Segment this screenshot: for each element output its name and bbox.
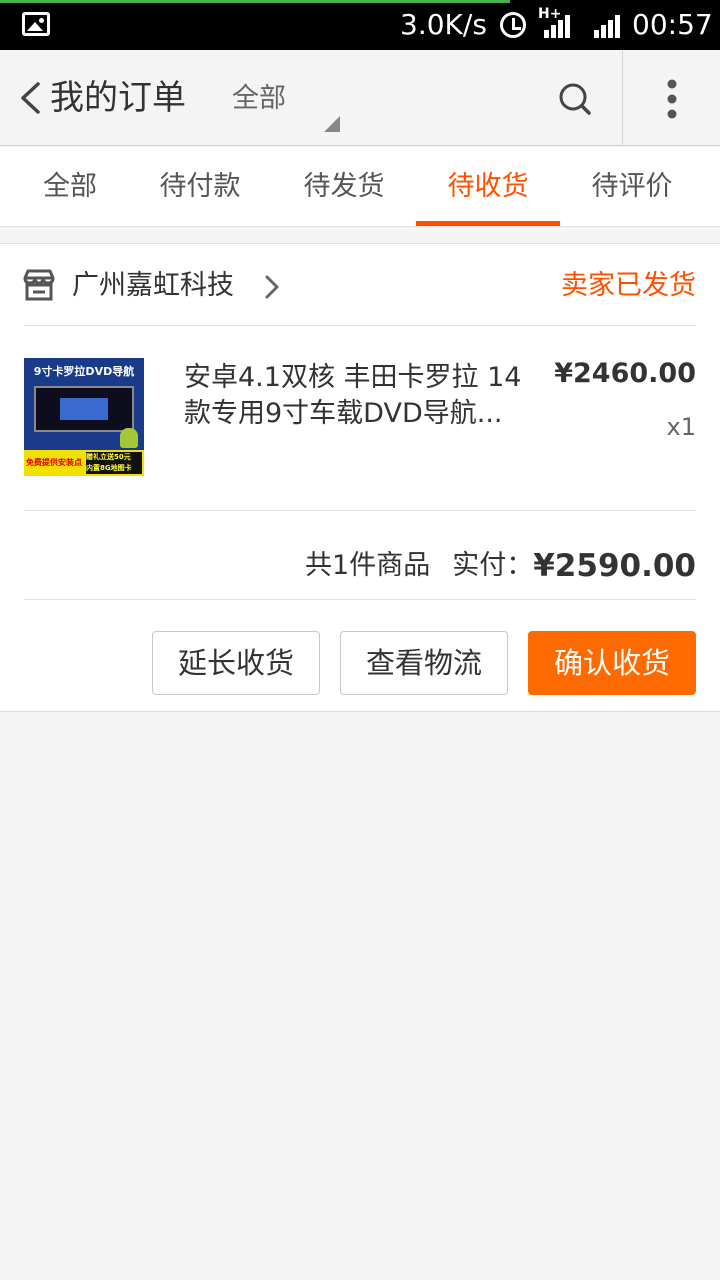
order-card[interactable]: 广州嘉虹科技 卖家已发货 9寸卡罗拉DVD导航 免费提供安装点 赠礼立送50元 … [0, 243, 720, 712]
order-filter-dropdown[interactable]: 全部 [226, 72, 346, 136]
tab-all[interactable]: 全部 [0, 147, 140, 227]
header-divider [622, 50, 623, 146]
more-vertical-icon[interactable] [646, 72, 700, 126]
active-tab-indicator [416, 221, 560, 226]
tab-pending-payment[interactable]: 待付款 [130, 147, 270, 227]
product-name-line-1: 安卓4.1双核 丰田卡罗拉 14 [184, 362, 522, 393]
product-name-line-2: 款专用9寸车载DVD导航... [184, 398, 503, 429]
item-count: 共1件商品 [305, 550, 431, 581]
extend-receipt-button[interactable]: 延长收货 [152, 631, 320, 695]
thumb-title: 9寸卡罗拉DVD导航 [33, 365, 135, 378]
status-bar: 3.0K/s H+ 00:57 [0, 0, 720, 50]
order-status-tabs: 全部 待付款 待发货 待收货 待评价 [0, 147, 720, 227]
clock: 00:57 [632, 8, 713, 41]
product-thumbnail[interactable]: 9寸卡罗拉DVD导航 免费提供安装点 赠礼立送50元 内置8G地图卡 [24, 358, 144, 476]
thumb-device-screen [34, 386, 134, 432]
store-icon [23, 269, 55, 301]
divider [24, 510, 696, 511]
network-speed: 3.0K/s [400, 8, 487, 41]
order-status: 卖家已发货 [561, 270, 696, 301]
page-title: 我的订单 [50, 78, 186, 118]
view-logistics-button[interactable]: 查看物流 [340, 631, 508, 695]
filter-label: 全部 [232, 83, 286, 114]
signal-icon [544, 14, 578, 38]
image-notification-icon [22, 12, 50, 36]
dropdown-corner-icon [324, 116, 340, 132]
tab-pending-receipt[interactable]: 待收货 [416, 147, 560, 227]
tab-pending-review[interactable]: 待评价 [562, 147, 702, 227]
store-name[interactable]: 广州嘉虹科技 [72, 264, 234, 308]
app-header: 我的订单 全部 [0, 50, 720, 146]
thumb-promo-gift: 赠礼立送50元 [86, 453, 131, 461]
thumb-promo-install: 免费提供安装点 [26, 458, 82, 467]
product-quantity: x1 [666, 413, 696, 441]
chevron-right-icon[interactable] [262, 274, 282, 300]
android-robot-icon [120, 428, 138, 448]
divider [24, 325, 696, 326]
thumb-promo-box: 赠礼立送50元 内置8G地图卡 [86, 452, 142, 474]
paid-label: 实付： [452, 550, 534, 581]
order-summary: 共1件商品 实付：¥2590.00 [305, 544, 696, 588]
product-price: ¥2460.00 [554, 358, 696, 389]
search-icon[interactable] [548, 72, 602, 126]
loading-indicator [0, 0, 510, 3]
product-name[interactable]: 安卓4.1双核 丰田卡罗拉 14 款专用9寸车载DVD导航... [184, 360, 534, 432]
alarm-icon [500, 12, 526, 38]
thumb-promo-map: 内置8G地图卡 [86, 464, 132, 472]
confirm-receipt-button[interactable]: 确认收货 [528, 631, 696, 695]
divider [24, 599, 696, 600]
signal-icon-2 [594, 14, 628, 38]
chevron-left-icon[interactable] [14, 80, 50, 116]
tab-pending-shipment[interactable]: 待发货 [274, 147, 414, 227]
paid-amount: ¥2590.00 [533, 548, 696, 584]
